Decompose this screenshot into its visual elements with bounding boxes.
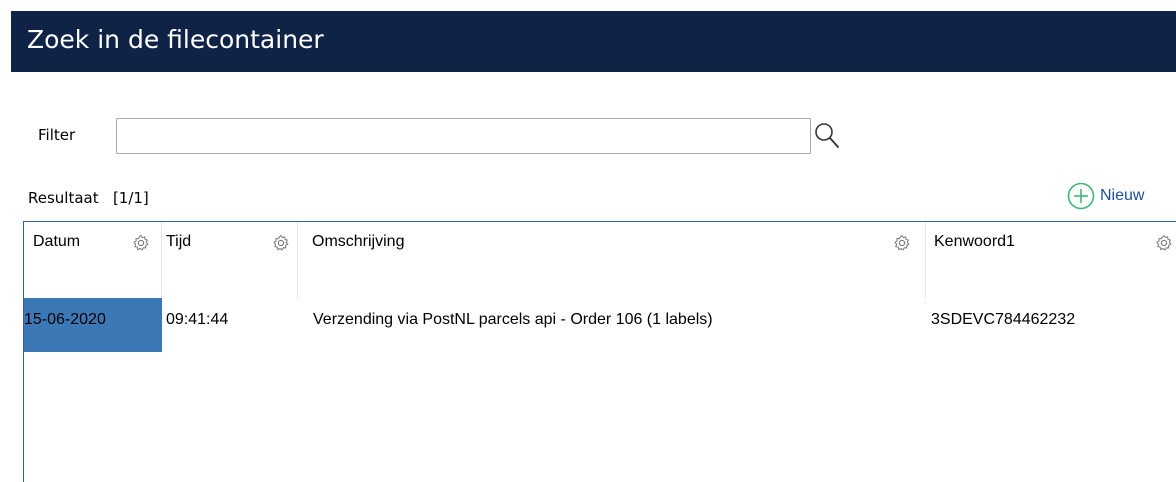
- plus-circle-icon: [1067, 182, 1095, 210]
- column-label: Datum: [33, 233, 81, 250]
- table-row[interactable]: 15-06-2020 09:41:44 Verzending via PostN…: [24, 298, 1176, 352]
- window-title: Zoek in de filecontainer: [27, 25, 324, 54]
- cell-omschrijving[interactable]: Verzending via PostNL parcels api - Orde…: [313, 298, 926, 352]
- cell-tijd[interactable]: 09:41:44: [166, 298, 298, 352]
- column-header-omschrijving[interactable]: Omschrijving: [298, 222, 926, 298]
- column-header-tijd[interactable]: Tijd: [162, 222, 298, 298]
- column-header-datum[interactable]: Datum: [24, 222, 162, 298]
- gear-icon[interactable]: [132, 234, 150, 252]
- result-count: Resultaat [1/1]: [28, 189, 149, 207]
- gear-icon[interactable]: [893, 234, 911, 252]
- column-label: Omschrijving: [312, 233, 405, 250]
- results-table: Datum Tijd Omschrijving Kenwoord1 15-06-…: [23, 221, 1176, 482]
- page-indicator: [1/1]: [112, 189, 149, 207]
- gear-icon[interactable]: [272, 234, 290, 252]
- filter-label: Filter: [38, 126, 76, 144]
- search-icon: [815, 123, 839, 148]
- result-label: Resultaat: [28, 189, 99, 207]
- column-label: Kenwoord1: [934, 233, 1015, 250]
- filter-input[interactable]: [116, 118, 811, 154]
- column-header-kenwoord1[interactable]: Kenwoord1: [926, 222, 1176, 298]
- search-button[interactable]: [813, 120, 841, 150]
- title-bar: Zoek in de filecontainer: [11, 11, 1176, 72]
- cell-datum[interactable]: 15-06-2020: [24, 298, 162, 352]
- new-button-label: Nieuw: [1100, 187, 1145, 204]
- gear-icon[interactable]: [1155, 234, 1173, 252]
- column-label: Tijd: [166, 233, 192, 250]
- new-button[interactable]: Nieuw: [1066, 180, 1144, 212]
- cell-kenwoord1[interactable]: 3SDEVC784462232: [931, 298, 1176, 352]
